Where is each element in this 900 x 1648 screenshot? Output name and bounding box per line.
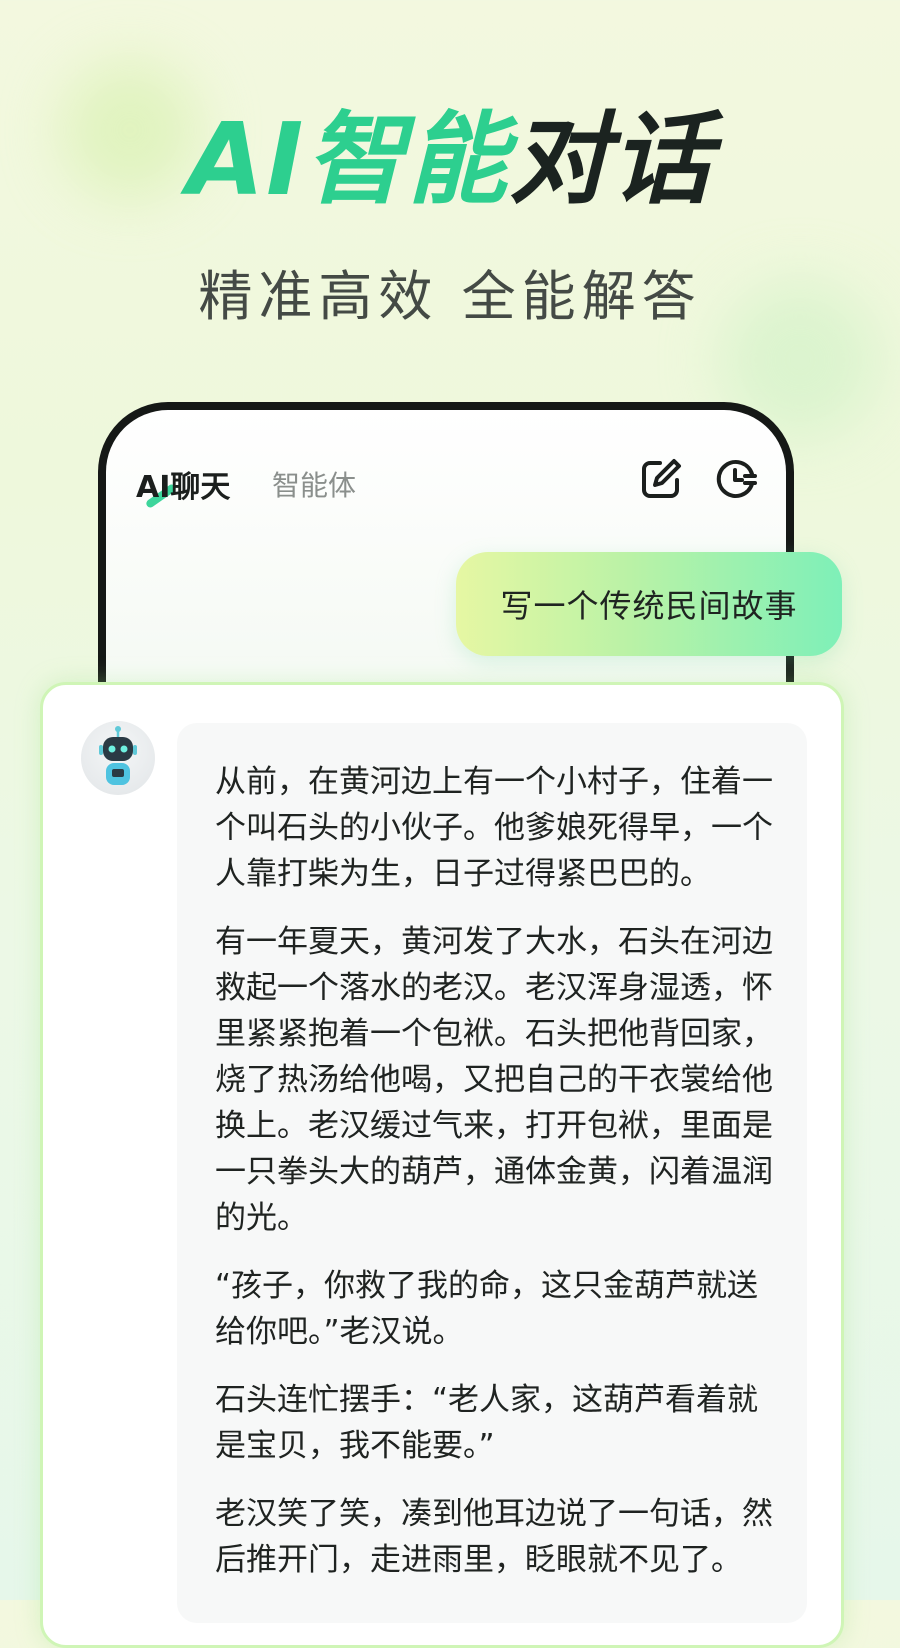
history-icon[interactable] [712,456,758,502]
reply-text: 从前，在黄河边上有一个小村子，住着一个叫石头的小伙子。他爹娘死得早，一个人靠打柴… [215,759,783,1605]
edit-icon[interactable] [638,456,684,502]
robot-icon [99,726,137,785]
reply-paragraph: “孩子，你救了我的命，这只金葫芦就送给你吧。”老汉说。 [215,1268,759,1350]
reply-paragraph: 老汉笑了笑，凑到他耳边说了一句话，然后推开门，走进雨里，眨眼就不见了。 [215,1496,773,1578]
tab-ai-chat[interactable]: AI聊天 [136,462,230,506]
hero-title-dark: 对话 [509,101,714,218]
hero-title-green: AI智能 [186,101,510,218]
reply-paragraph: 石头连忙摆手：“老人家，这葫芦看着就是宝贝，我不能要。” [215,1382,759,1464]
user-message-bubble: 写一个传统民间故事 [456,552,842,656]
tab-agent[interactable]: 智能体 [272,464,356,504]
reply-bubble: 从前，在黄河边上有一个小村子，住着一个叫石头的小伙子。他爹娘死得早，一个人靠打柴… [177,723,807,1623]
ai-reply-card: 从前，在黄河边上有一个小村子，住着一个叫石头的小伙子。他爹娘死得早，一个人靠打柴… [40,682,844,1648]
reply-paragraph: 有一年夏天，黄河发了大水，石头在河边救起一个落水的老汉。老汉浑身湿透，怀里紧紧抱… [215,924,773,1236]
reply-paragraph: 从前，在黄河边上有一个小村子，住着一个叫石头的小伙子。他爹娘死得早，一个人靠打柴… [215,764,773,892]
hero-title: AI智能对话 [0,100,900,220]
hero-subtitle: 精准高效 全能解答 [198,265,702,328]
robot-avatar [81,721,155,795]
